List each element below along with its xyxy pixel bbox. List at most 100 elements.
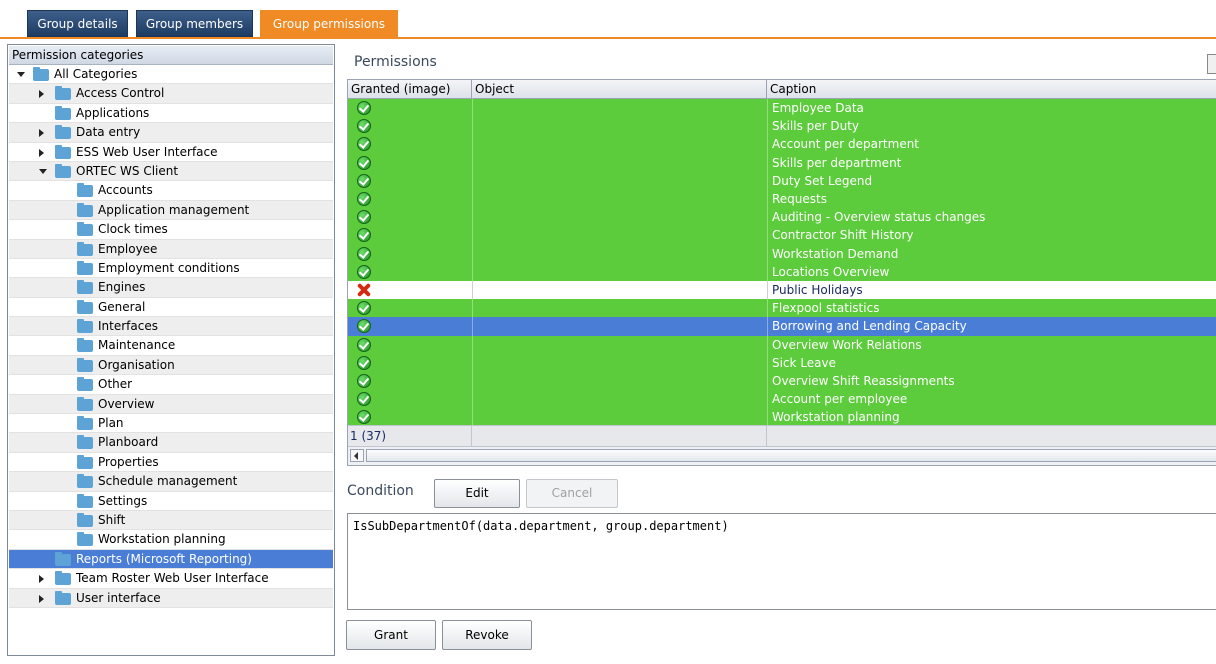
tree-item-label: Organisation: [98, 357, 175, 372]
column-header-granted[interactable]: Granted (image): [348, 80, 472, 98]
folder-icon: [55, 125, 71, 140]
revoke-button[interactable]: Revoke: [442, 620, 532, 650]
condition-textbox[interactable]: IsSubDepartmentOf(data.department, group…: [347, 513, 1216, 610]
folder-icon: [55, 571, 71, 586]
granted-check-icon: [357, 264, 371, 279]
tree-item[interactable]: Team Roster Web User Interface: [9, 569, 333, 589]
tree-item[interactable]: ESS Web User Interface: [9, 143, 333, 162]
tree-item-label: Plan: [98, 416, 124, 431]
table-row[interactable]: Auditing - Overview status changes: [348, 208, 1216, 227]
table-row[interactable]: Skills per Duty: [348, 117, 1216, 136]
expand-arrow-icon[interactable]: [39, 90, 44, 99]
collapse-arrow-icon[interactable]: [17, 72, 25, 77]
grid-options-button[interactable]: [1207, 54, 1216, 74]
caption-cell: Workstation planning: [772, 410, 900, 425]
object-cell: [472, 317, 767, 335]
tree-item[interactable]: Other: [9, 375, 333, 395]
expand-arrow-icon[interactable]: [39, 129, 44, 138]
tree-item[interactable]: Employment conditions: [9, 259, 333, 279]
tree-item[interactable]: General: [9, 298, 333, 318]
tree-item[interactable]: Organisation: [9, 355, 333, 376]
table-row[interactable]: Requests: [348, 190, 1216, 209]
table-row[interactable]: Overview Shift Reassignments: [348, 372, 1216, 391]
table-row[interactable]: Locations Overview: [348, 262, 1216, 281]
object-cell: [472, 208, 767, 226]
tree-item-label: Applications: [76, 105, 150, 120]
table-row[interactable]: Borrowing and Lending Capacity: [348, 317, 1216, 336]
table-row[interactable]: Public Holidays: [348, 281, 1216, 300]
tree-item[interactable]: Employee: [9, 239, 333, 259]
tree-item[interactable]: Clock times: [9, 220, 333, 240]
table-row[interactable]: Employee Data: [348, 99, 1216, 118]
expand-arrow-icon[interactable]: [39, 148, 44, 157]
caption-cell: Contractor Shift History: [772, 228, 914, 243]
tree-item[interactable]: Accounts: [9, 181, 333, 201]
tree-item[interactable]: Schedule management: [9, 472, 333, 492]
object-cell: [472, 336, 767, 354]
table-row[interactable]: Workstation planning: [348, 408, 1216, 425]
expand-arrow-icon[interactable]: [39, 575, 44, 584]
tree-item[interactable]: User interface: [9, 588, 333, 608]
granted-check-icon: [357, 228, 371, 243]
grant-button[interactable]: Grant: [346, 620, 436, 650]
table-row[interactable]: Skills per department: [348, 153, 1216, 172]
folder-icon: [77, 416, 93, 431]
tree-item[interactable]: Reports (Microsoft Reporting): [9, 549, 333, 570]
object-cell: [472, 245, 767, 263]
table-row[interactable]: Account per department: [348, 135, 1216, 154]
folder-icon: [77, 377, 93, 392]
scrollbar-thumb[interactable]: [366, 449, 1216, 462]
granted-check-icon: [357, 374, 371, 388]
tree-item[interactable]: Workstation planning: [9, 530, 333, 550]
permissions-grid: Granted (image) Object Caption Employee …: [347, 79, 1216, 466]
tree-item-label: Properties: [98, 454, 159, 469]
granted-check-icon: [357, 355, 371, 370]
tree-item[interactable]: Engines: [9, 278, 333, 298]
edit-button[interactable]: Edit: [434, 479, 520, 508]
tree-item-label: General: [98, 299, 146, 314]
tree-item[interactable]: Interfaces: [9, 317, 333, 337]
category-tree: All Categories Access Control Applications…: [9, 65, 333, 608]
column-header-caption[interactable]: Caption: [767, 80, 1216, 98]
table-row[interactable]: Duty Set Legend: [348, 171, 1216, 190]
tree-item[interactable]: Application management: [9, 200, 333, 221]
folder-icon: [77, 338, 93, 353]
tree-item[interactable]: Planboard: [9, 433, 333, 453]
table-row[interactable]: Flexpool statistics: [348, 299, 1216, 318]
tab-group-members[interactable]: Group members: [136, 10, 253, 37]
horizontal-scrollbar[interactable]: [348, 446, 1216, 465]
scroll-left-icon[interactable]: [350, 449, 364, 462]
folder-icon: [55, 590, 71, 605]
object-cell: [472, 117, 767, 135]
table-row[interactable]: Workstation Demand: [348, 244, 1216, 263]
tree-item-label: User interface: [76, 590, 161, 605]
tree-item[interactable]: Plan: [9, 414, 333, 434]
tree-item[interactable]: Maintenance: [9, 336, 333, 356]
tree-item-label: ESS Web User Interface: [76, 144, 218, 159]
table-row[interactable]: Contractor Shift History: [348, 226, 1216, 245]
cancel-button[interactable]: Cancel: [526, 479, 618, 508]
tree-item[interactable]: Access Control: [9, 84, 333, 104]
folder-icon: [77, 280, 93, 295]
caption-cell: Account per employee: [772, 392, 908, 407]
tree-item[interactable]: Settings: [9, 492, 333, 511]
collapse-arrow-icon[interactable]: [39, 168, 47, 174]
tab-group-details[interactable]: Group details: [27, 10, 128, 37]
caption-cell: Overview Work Relations: [772, 337, 922, 352]
tree-item[interactable]: Overview: [9, 394, 333, 415]
caption-cell: Public Holidays: [772, 283, 863, 297]
object-cell: [472, 99, 767, 117]
condition-label: Condition: [347, 483, 414, 499]
tree-item[interactable]: Applications: [9, 104, 333, 124]
tree-item[interactable]: Shift: [9, 510, 333, 531]
tree-item[interactable]: Properties: [9, 453, 333, 473]
tab-group-permissions[interactable]: Group permissions: [260, 10, 398, 37]
tree-item[interactable]: ORTEC WS Client: [9, 161, 333, 182]
table-row[interactable]: Sick Leave: [348, 353, 1216, 372]
expand-arrow-icon[interactable]: [39, 594, 44, 603]
table-row[interactable]: Account per employee: [348, 390, 1216, 409]
tree-item[interactable]: All Categories: [9, 65, 333, 85]
column-header-object[interactable]: Object: [472, 80, 767, 98]
table-row[interactable]: Overview Work Relations: [348, 335, 1216, 354]
tree-item[interactable]: Data entry: [9, 123, 333, 143]
